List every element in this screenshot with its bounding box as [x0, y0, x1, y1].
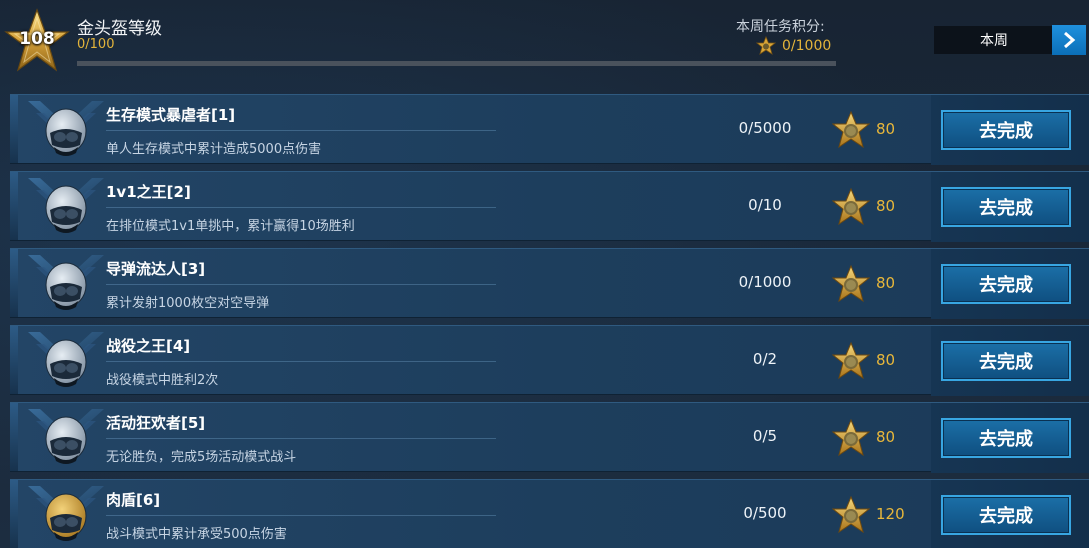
silver-helmet-icon [22, 172, 110, 242]
reward-star-icon [831, 341, 871, 380]
silver-helmet-icon [28, 332, 104, 387]
task-divider [106, 284, 496, 285]
week-selector[interactable]: 本周 [934, 26, 1054, 54]
task-description: 在排位模式1v1单挑中，累计赢得10场胜利 [106, 219, 355, 234]
rank-number: 108 [19, 29, 55, 49]
task-reward-value: 80 [876, 351, 896, 369]
task-divider [106, 515, 496, 516]
reward-star-icon [831, 264, 871, 303]
rank-badge: 108 [4, 8, 70, 74]
silver-helmet-icon [22, 403, 110, 473]
task-reward-value: 80 [876, 197, 896, 215]
task-divider [106, 438, 496, 439]
task-description: 无论胜负，完成5场活动模式战斗 [106, 450, 297, 465]
task-title: 导弹流达人[3] [106, 260, 206, 278]
task-reward-value: 120 [876, 505, 905, 523]
go-complete-button[interactable]: 去完成 [941, 341, 1071, 381]
reward-star-icon [831, 418, 871, 457]
task-divider [106, 361, 496, 362]
task-title: 1v1之王[2] [106, 183, 191, 201]
header: 108 金头盔等级 0/100 本周任务积分: 0/1000 本周 [0, 0, 1089, 86]
task-description: 单人生存模式中累计造成5000点伤害 [106, 142, 322, 157]
go-complete-button[interactable]: 去完成 [941, 264, 1071, 304]
go-complete-button[interactable]: 去完成 [941, 110, 1071, 150]
go-complete-button[interactable]: 去完成 [941, 418, 1071, 458]
task-progress: 0/5 [752, 427, 778, 445]
task-progress: 0/500 [743, 504, 787, 522]
task-description: 战斗模式中累计承受500点伤害 [106, 527, 287, 542]
task-row: 生存模式暴虐者[1] 单人生存模式中累计造成5000点伤害 0/5000 80 … [10, 94, 1089, 165]
go-complete-button[interactable]: 去完成 [941, 495, 1071, 535]
task-progress: 0/5000 [738, 119, 792, 137]
reward-star-icon [831, 495, 871, 534]
task-progress: 0/1000 [738, 273, 792, 291]
week-next-button[interactable] [1052, 25, 1086, 55]
silver-helmet-icon [28, 409, 104, 464]
weekly-score-label: 本周任务积分: [736, 19, 825, 35]
task-row: 战役之王[4] 战役模式中胜利2次 0/2 80 去完成 [10, 325, 1089, 396]
task-progress: 0/10 [748, 196, 782, 214]
task-divider [106, 130, 496, 131]
task-row: 1v1之王[2] 在排位模式1v1单挑中，累计赢得10场胜利 0/10 80 去… [10, 171, 1089, 242]
task-row: 导弹流达人[3] 累计发射1000枚空对空导弹 0/1000 80 去完成 [10, 248, 1089, 319]
task-progress: 0/2 [752, 350, 778, 368]
helmet-level-screen: 108 金头盔等级 0/100 本周任务积分: 0/1000 本周 生存模式暴虐… [0, 0, 1089, 548]
task-title: 活动狂欢者[5] [106, 414, 206, 432]
helmet-level-progress: 0/100 [77, 37, 115, 52]
silver-helmet-icon [28, 255, 104, 310]
helmet-level-title: 金头盔等级 [77, 19, 162, 39]
silver-helmet-icon [28, 101, 104, 156]
task-title: 肉盾[6] [106, 491, 161, 509]
task-row: 活动狂欢者[5] 无论胜负，完成5场活动模式战斗 0/5 80 去完成 [10, 402, 1089, 473]
reward-star-icon [831, 110, 871, 149]
task-reward-value: 80 [876, 120, 896, 138]
weekly-score: 0/1000 [756, 36, 831, 56]
task-title: 战役之王[4] [106, 337, 191, 355]
task-title: 生存模式暴虐者[1] [106, 106, 236, 124]
silver-helmet-icon [22, 326, 110, 396]
gold-helmet-icon [28, 486, 104, 541]
silver-helmet-icon [22, 95, 110, 165]
reward-star-icon [831, 187, 871, 226]
gold-helmet-icon [22, 480, 110, 548]
task-divider [106, 207, 496, 208]
task-description: 累计发射1000枚空对空导弹 [106, 296, 270, 311]
level-progress-bar [77, 61, 836, 66]
weekly-score-value: 0/1000 [782, 38, 832, 54]
task-description: 战役模式中胜利2次 [106, 373, 219, 388]
task-row: 肉盾[6] 战斗模式中累计承受500点伤害 0/500 120 去完成 [10, 479, 1089, 548]
silver-helmet-icon [28, 178, 104, 233]
task-reward-value: 80 [876, 428, 896, 446]
score-star-icon [756, 36, 776, 55]
chevron-right-icon [1064, 31, 1076, 49]
task-reward-value: 80 [876, 274, 896, 292]
silver-helmet-icon [22, 249, 110, 319]
go-complete-button[interactable]: 去完成 [941, 187, 1071, 227]
